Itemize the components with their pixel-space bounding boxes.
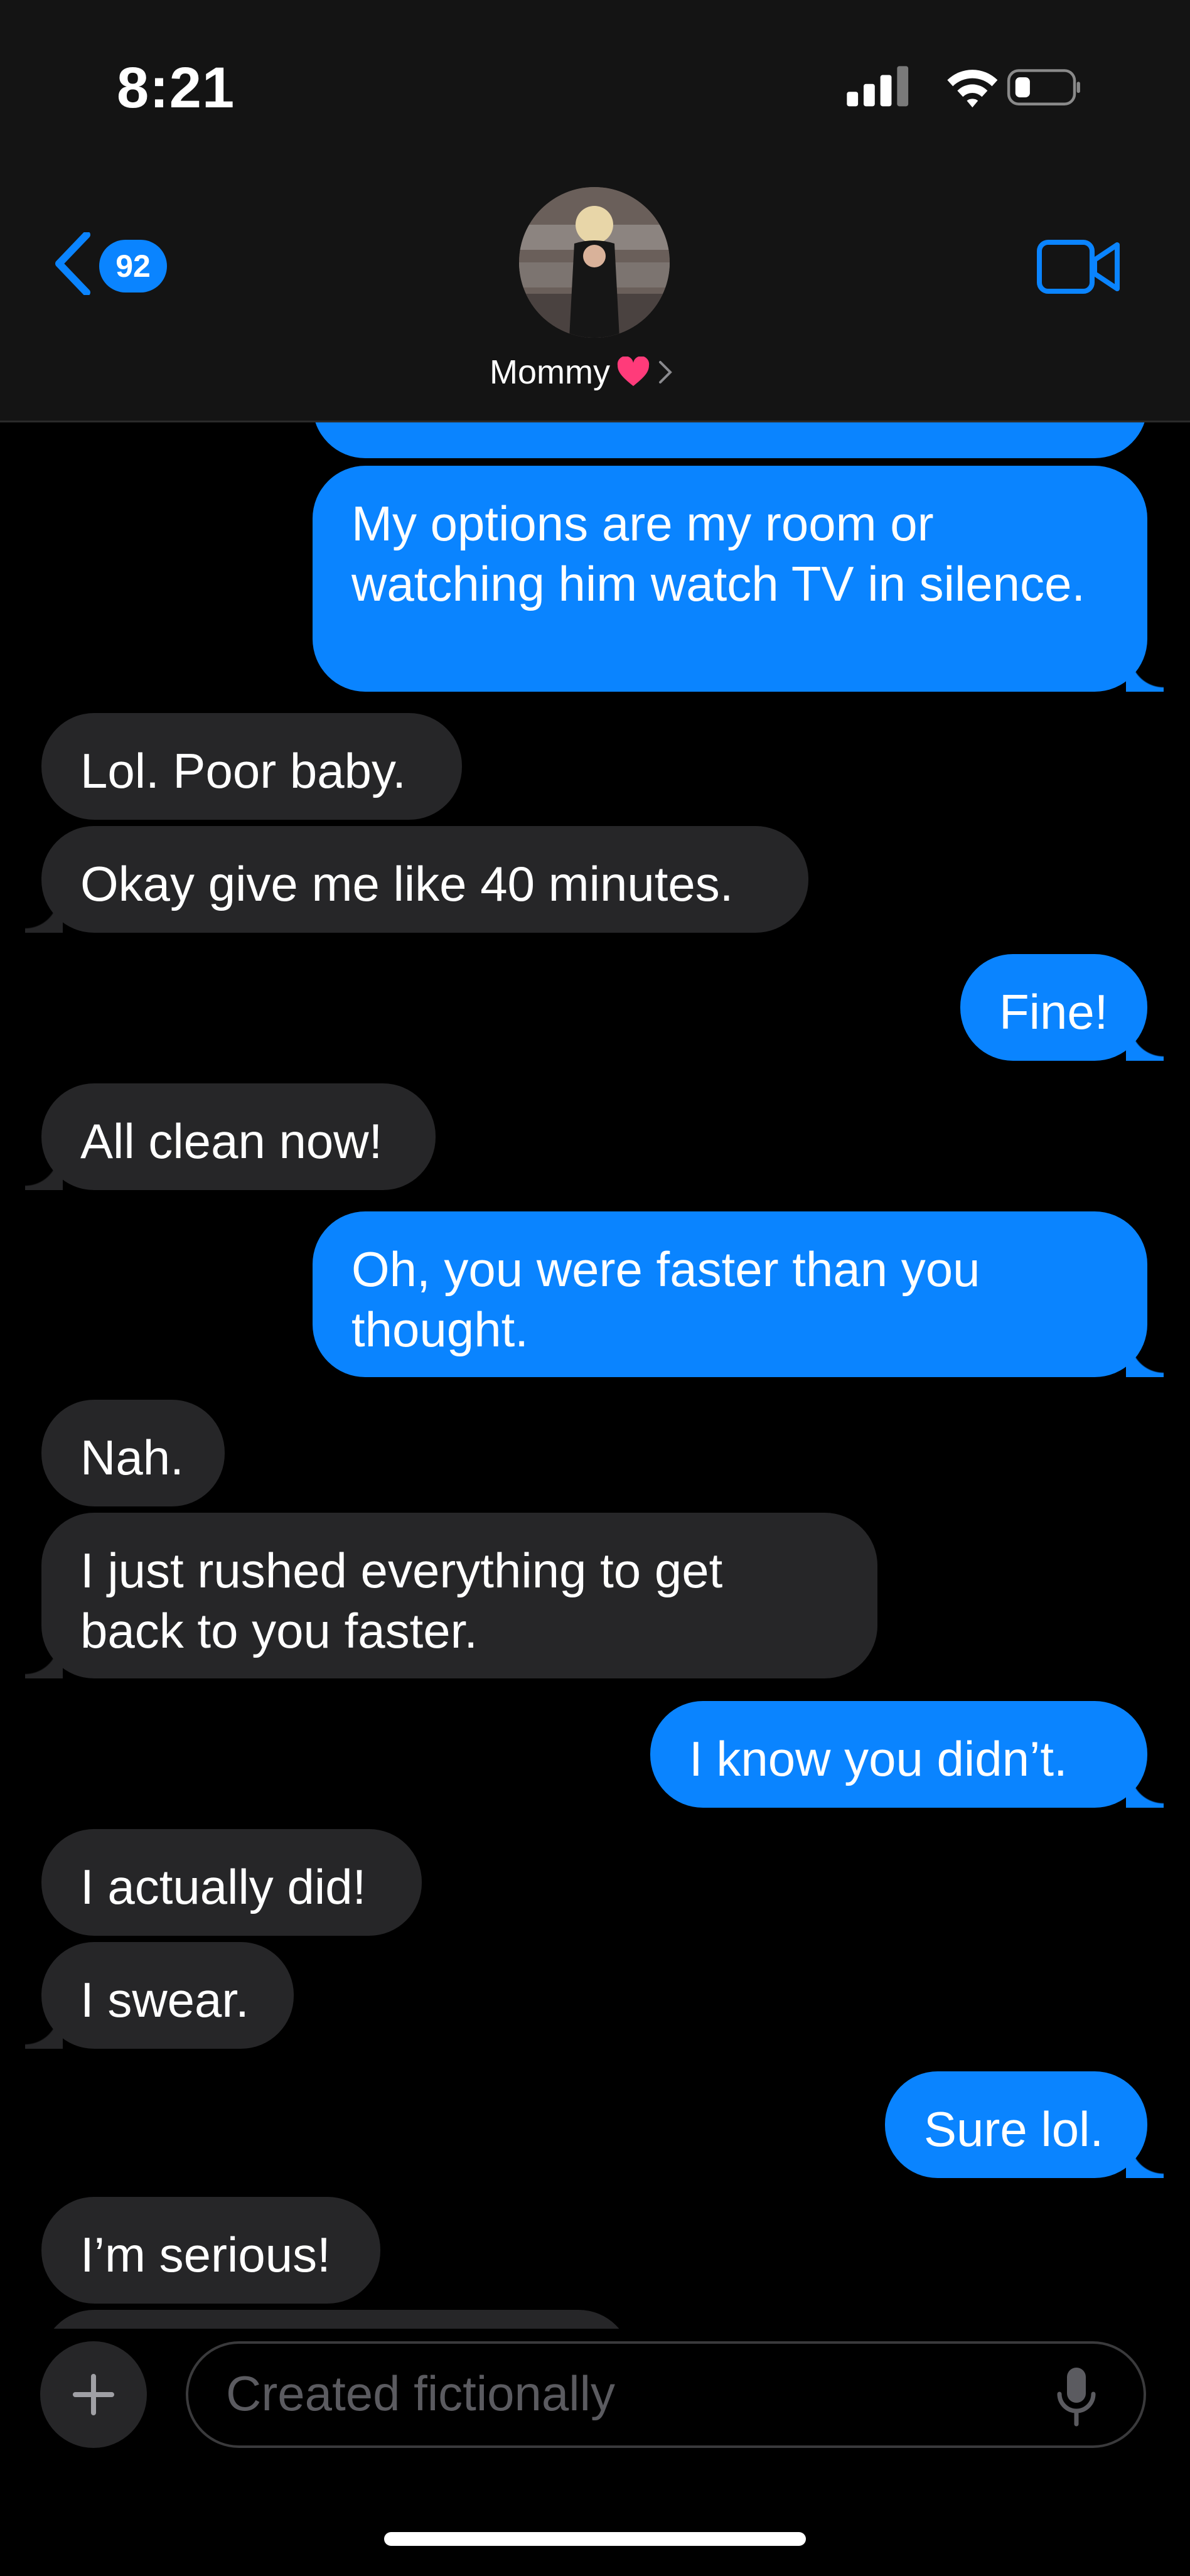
status-time: 8:21: [117, 56, 235, 120]
status-icons: [847, 66, 1080, 108]
conversation-header: 8:21 92 Mommy: [0, 0, 1190, 422]
message-bubble-sent[interactable]: I know you didn’t.: [650, 1701, 1164, 1808]
message-bubble-received[interactable]: I just rushed everything to get back to …: [25, 1513, 877, 1678]
home-indicator: [384, 2532, 806, 2546]
message-bubble-received[interactable]: I’m serious!: [41, 2197, 380, 2304]
message-bubble-received[interactable]: [41, 2310, 631, 2329]
chevron-right-icon: [658, 361, 672, 384]
message-bubble-sent[interactable]: My options are my room or watching him w…: [313, 466, 1164, 692]
contact-avatar[interactable]: [519, 187, 670, 338]
heart-icon: [617, 357, 650, 386]
message-bubble-received[interactable]: All clean now!: [25, 1083, 436, 1190]
cellular-signal-icon: [847, 66, 909, 107]
back-chevron-icon[interactable]: [50, 232, 100, 295]
message-bubble-sent[interactable]: Oh, you were faster than you thought.: [313, 1211, 1164, 1377]
message-bubble-received[interactable]: I actually did!: [41, 1829, 422, 1936]
message-bubble-received[interactable]: Nah.: [41, 1400, 225, 1506]
contact-name-row[interactable]: Mommy: [490, 353, 674, 392]
message-bubble-sent[interactable]: Fine!: [960, 954, 1164, 1061]
message-input-placeholder: Created fictionally: [226, 2366, 615, 2421]
message-thread[interactable]: house. My options are my room or watchin…: [0, 377, 1190, 2329]
wifi-icon: [947, 70, 998, 108]
video-call-icon[interactable]: [1037, 237, 1121, 296]
unread-count-badge[interactable]: 92: [99, 240, 167, 292]
contact-name: Mommy: [490, 353, 610, 391]
message-bubble-received[interactable]: I swear.: [25, 1942, 294, 2049]
plus-icon: [73, 2374, 114, 2415]
microphone-icon[interactable]: [1054, 2365, 1098, 2428]
message-bubble-sent[interactable]: Sure lol.: [885, 2071, 1164, 2178]
message-bubble-received[interactable]: Okay give me like 40 minutes.: [25, 826, 808, 933]
message-bubble-received[interactable]: Lol. Poor baby.: [41, 713, 462, 820]
battery-icon: [1007, 69, 1080, 105]
add-attachment-button[interactable]: [40, 2341, 147, 2448]
